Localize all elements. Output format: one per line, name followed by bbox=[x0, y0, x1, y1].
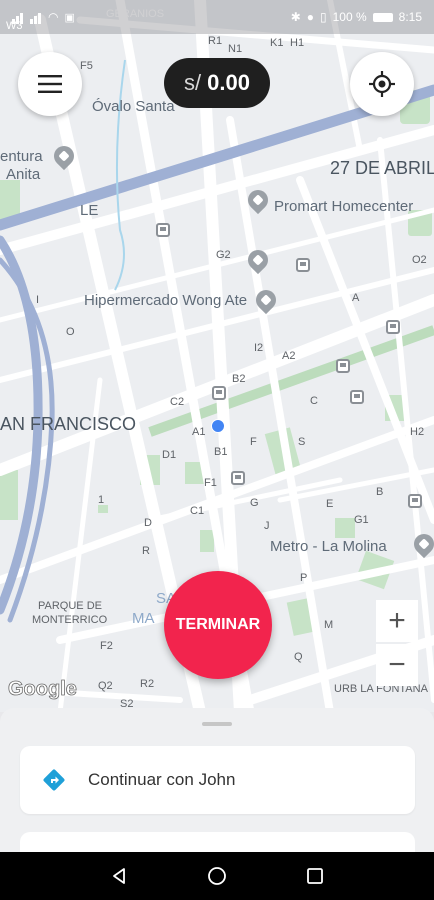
bus-stop-icon bbox=[231, 471, 245, 485]
map-code: B bbox=[376, 486, 384, 498]
map-code: 1 bbox=[98, 494, 105, 506]
map-code: H2 bbox=[410, 426, 425, 438]
data-saver-icon: ▣ bbox=[64, 11, 75, 24]
signal-icon bbox=[30, 10, 42, 24]
google-attribution-logo: Google bbox=[8, 678, 78, 701]
map-label-abril: 27 DE ABRIL bbox=[330, 158, 434, 178]
bus-stop-icon bbox=[336, 359, 350, 373]
map-code: O bbox=[66, 326, 75, 338]
map-label-ovalo: Óvalo Santa bbox=[92, 98, 175, 115]
map-code: R bbox=[142, 545, 150, 557]
menu-button[interactable] bbox=[18, 52, 82, 116]
map-code: K1 bbox=[270, 37, 284, 49]
map-label-w3: W3 bbox=[6, 20, 23, 32]
map-label-wong: Hipermercado Wong Ate bbox=[84, 292, 248, 309]
map-code: I bbox=[36, 294, 40, 306]
zoom-out-button[interactable]: − bbox=[376, 644, 418, 686]
bus-stop-icon bbox=[212, 386, 226, 400]
fare-amount: 0.00 bbox=[207, 70, 250, 95]
map-code: G2 bbox=[216, 249, 231, 261]
map-label-monterrico: MONTERRICO bbox=[32, 614, 108, 626]
hamburger-menu-icon bbox=[38, 75, 62, 93]
fare-display: s/ 0.00 bbox=[164, 58, 270, 108]
map-code: Q2 bbox=[98, 680, 113, 692]
fare-currency: s/ bbox=[184, 70, 202, 95]
map-code: D1 bbox=[162, 449, 177, 461]
map-code: Q bbox=[294, 651, 303, 663]
bus-stop-icon bbox=[296, 258, 310, 272]
map-code: F bbox=[250, 436, 257, 448]
map-code: A1 bbox=[192, 426, 206, 438]
bus-stop-icon bbox=[156, 223, 170, 237]
map-code: S bbox=[298, 436, 306, 448]
map-label-anita: Anita bbox=[6, 166, 41, 183]
map-code: C1 bbox=[190, 505, 205, 517]
map-code: B2 bbox=[232, 373, 246, 385]
gps-crosshair-icon bbox=[369, 71, 395, 97]
map-code: F2 bbox=[100, 640, 113, 652]
continue-with-passenger-button[interactable]: Continuar con John bbox=[20, 746, 415, 814]
map-code: O2 bbox=[412, 254, 427, 266]
current-location-dot bbox=[211, 419, 225, 433]
map-code: J bbox=[264, 520, 270, 532]
location-status-icon: ● bbox=[306, 10, 314, 24]
recents-icon[interactable] bbox=[305, 866, 325, 886]
map-label-ventura: entura bbox=[0, 148, 43, 165]
vibrate-icon: ▯ bbox=[320, 10, 327, 24]
map-label-san-francisco: AN FRANCISCO bbox=[0, 414, 137, 434]
sheet-drag-handle[interactable] bbox=[202, 722, 232, 726]
map-code: R2 bbox=[140, 678, 155, 690]
map-code: F1 bbox=[204, 477, 217, 489]
zoom-in-button[interactable]: + bbox=[376, 600, 418, 642]
map-code: A2 bbox=[282, 350, 296, 362]
map-code: D bbox=[144, 517, 152, 529]
map-code: P bbox=[300, 572, 308, 584]
map-code: M bbox=[324, 619, 334, 631]
directions-arrow-icon bbox=[43, 769, 65, 791]
bus-stop-icon bbox=[386, 320, 400, 334]
map-label-le: LE bbox=[80, 202, 99, 219]
bus-stop-icon bbox=[408, 494, 422, 508]
map-label-promart: Promart Homecenter bbox=[274, 198, 414, 215]
map-code: G bbox=[250, 497, 259, 509]
home-icon[interactable] bbox=[207, 866, 227, 886]
bluetooth-icon: ✱ bbox=[290, 10, 301, 24]
status-bar: ◠ ▣ ✱ ● ▯ 100 % 8:15 bbox=[0, 0, 434, 34]
map-code: R1 bbox=[208, 35, 223, 47]
map-code: I2 bbox=[254, 342, 264, 354]
map-code: H1 bbox=[290, 37, 305, 49]
map-code: G1 bbox=[354, 514, 369, 526]
map-code: C bbox=[310, 395, 318, 407]
map-label-metro: Metro - La Molina bbox=[270, 538, 387, 555]
system-navigation-bar bbox=[0, 852, 434, 900]
continue-label: Continuar con John bbox=[88, 770, 236, 789]
locate-me-button[interactable] bbox=[350, 52, 414, 116]
finish-trip-button[interactable]: TERMINAR bbox=[164, 571, 272, 679]
map-code: N1 bbox=[228, 43, 243, 55]
map-code: A bbox=[352, 292, 360, 304]
bottom-sheet[interactable]: Continuar con John bbox=[0, 708, 434, 862]
map-label-parque: PARQUE DE bbox=[38, 600, 102, 612]
map-code: E bbox=[326, 498, 334, 510]
map-label-ma: MA bbox=[132, 610, 155, 627]
map-code: B1 bbox=[214, 446, 228, 458]
battery-percent: 100 % bbox=[332, 10, 367, 24]
bus-stop-icon bbox=[350, 390, 364, 404]
clock: 8:15 bbox=[398, 10, 422, 24]
back-icon[interactable] bbox=[109, 866, 129, 886]
battery-icon bbox=[372, 12, 393, 22]
map-code: F5 bbox=[80, 60, 93, 72]
wifi-icon: ◠ bbox=[48, 10, 59, 24]
map-code: C2 bbox=[170, 396, 185, 408]
